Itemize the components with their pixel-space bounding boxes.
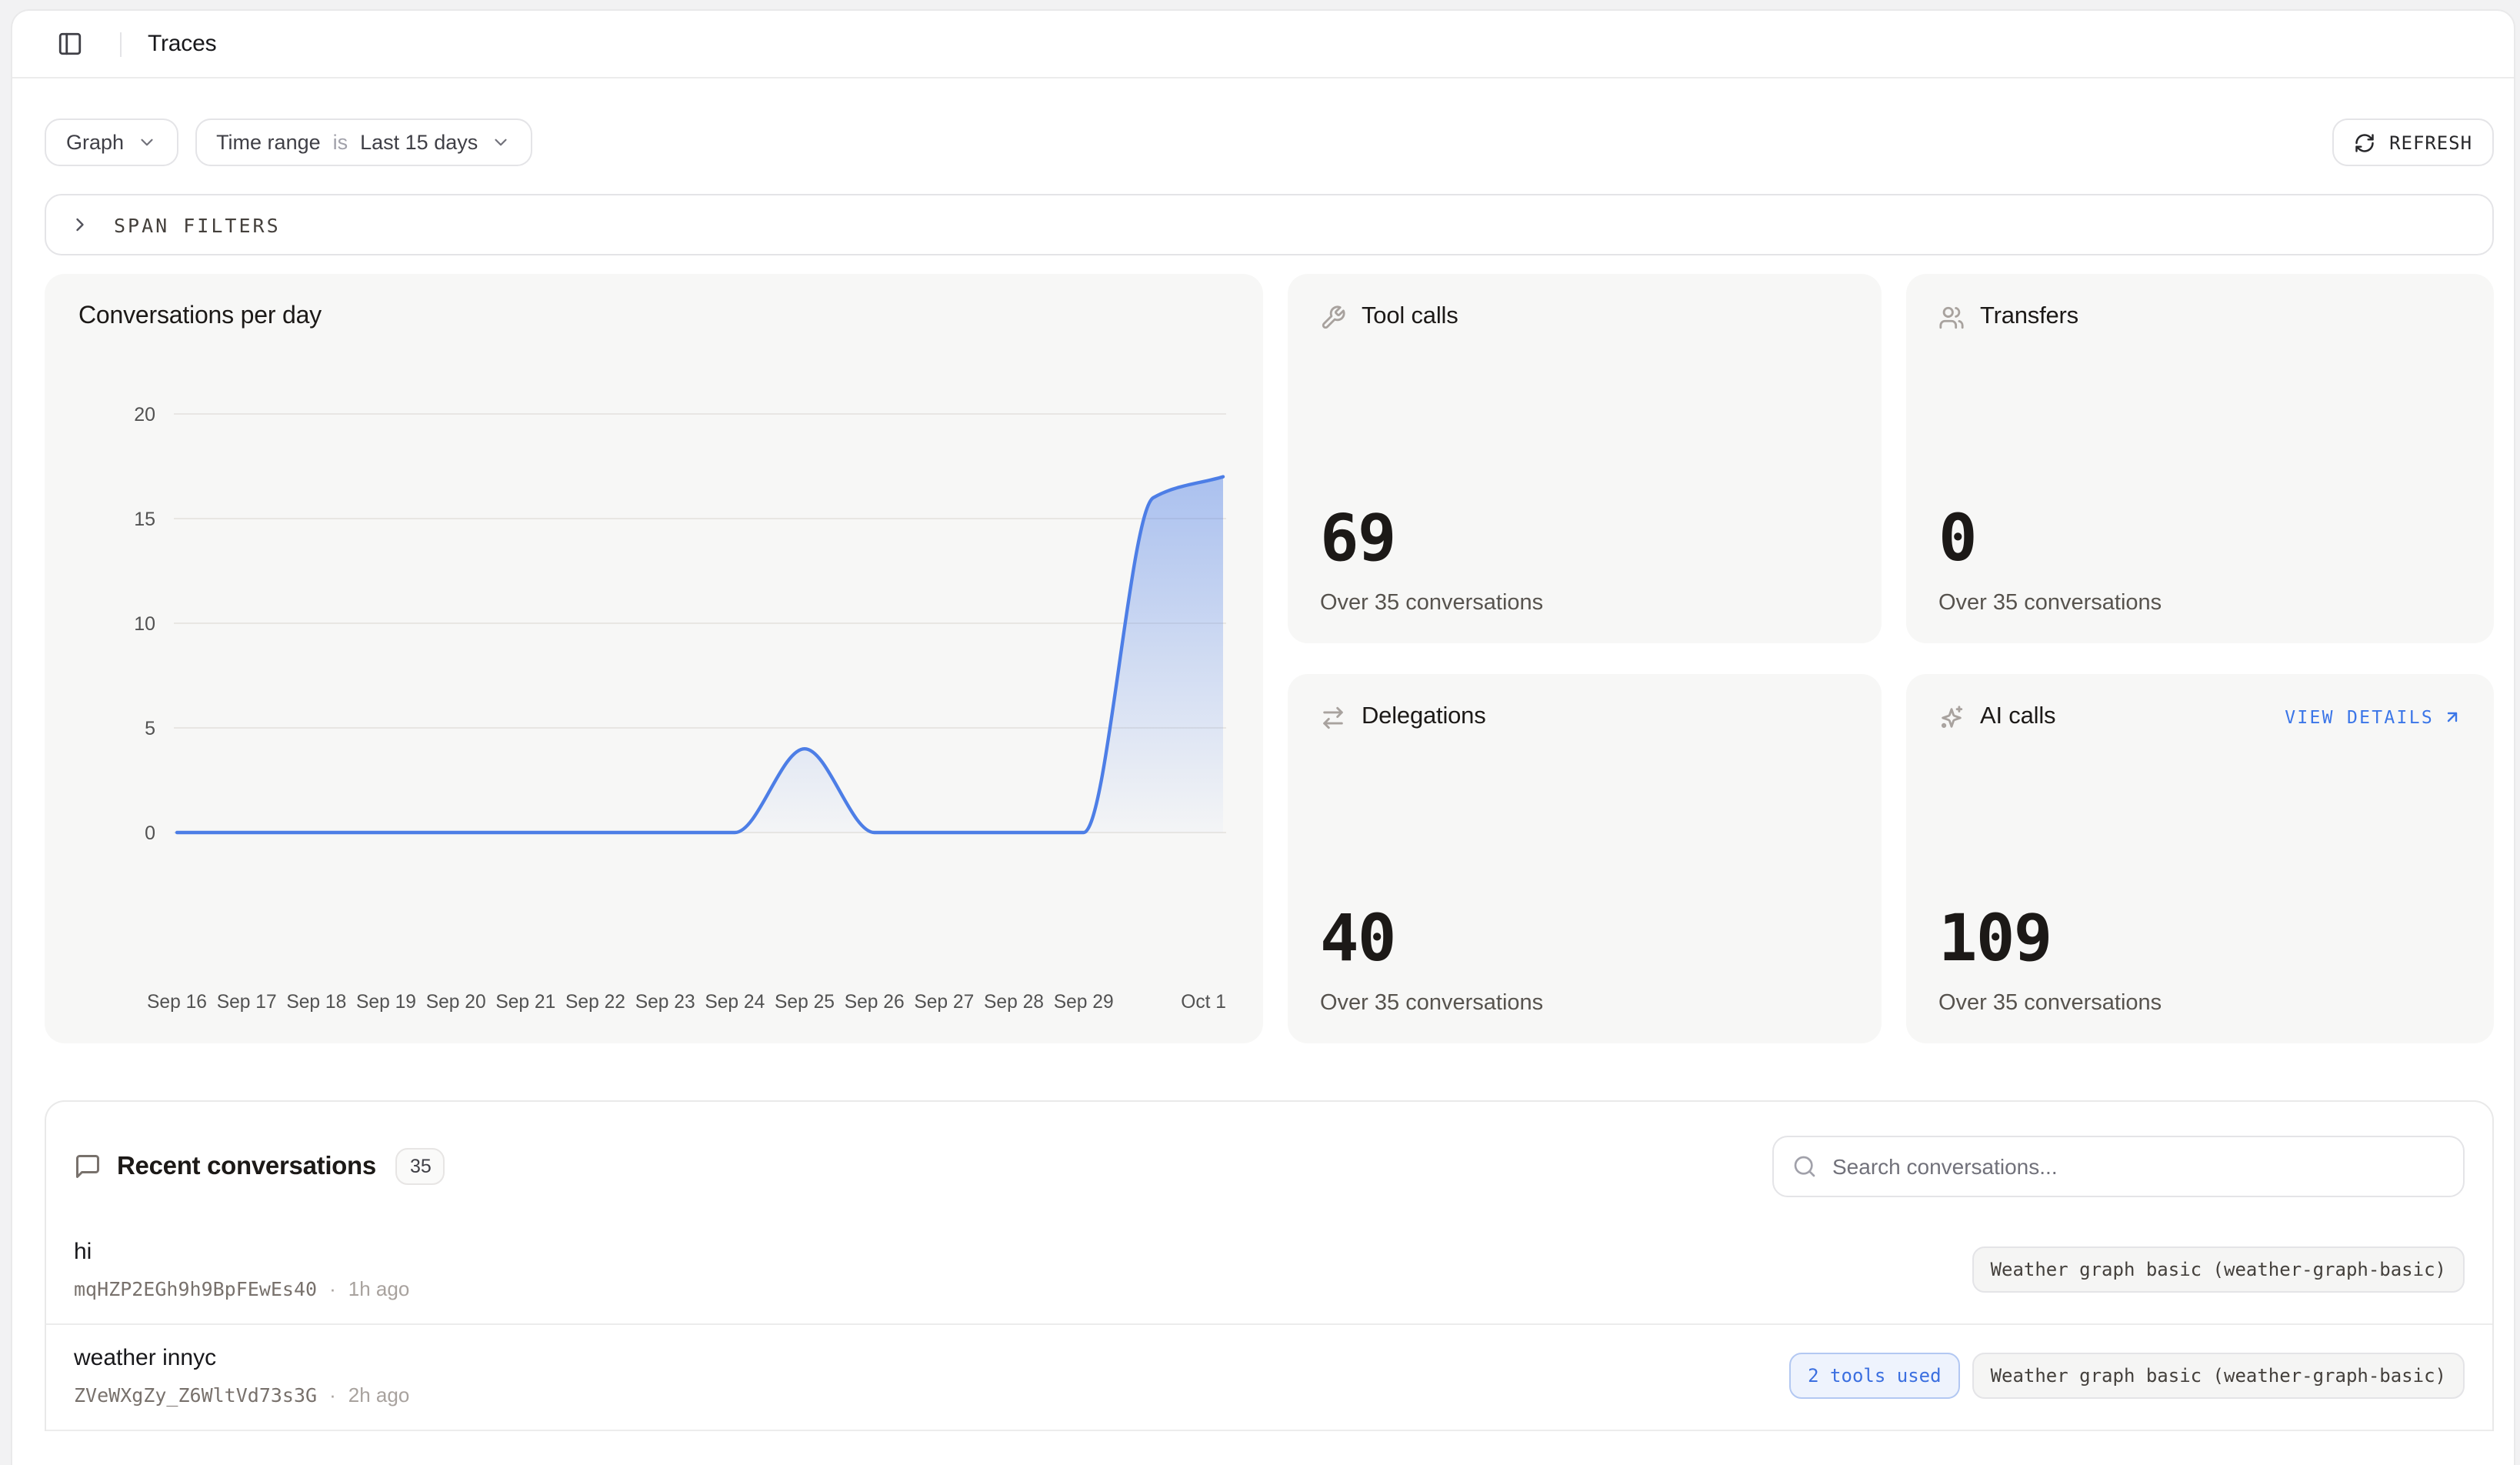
panel-left-icon xyxy=(56,31,82,57)
svg-text:Sep 25: Sep 25 xyxy=(775,992,835,1013)
svg-text:Sep 28: Sep 28 xyxy=(984,992,1044,1013)
conversations-per-day-card: Conversations per day 0 5 10 15 20 Sep 16 Sep … xyxy=(45,274,1263,1043)
main-panel: Traces Graph Time range is Last 15 days xyxy=(11,9,2515,1465)
svg-text:Sep 19: Sep 19 xyxy=(356,992,416,1013)
toolbar: Graph Time range is Last 15 days REFRESH xyxy=(45,118,2494,166)
top-bar: Traces xyxy=(12,11,2514,78)
view-details-label: VIEW DETAILS xyxy=(2285,706,2434,728)
svg-text:Sep 20: Sep 20 xyxy=(426,992,486,1013)
dashboard-grid: Conversations per day 0 5 10 15 20 Sep 16 Sep … xyxy=(45,274,2494,1043)
svg-text:20: 20 xyxy=(134,404,155,425)
page-title: Traces xyxy=(148,31,216,57)
conversation-title: weather innyc xyxy=(74,1345,409,1371)
svg-text:Sep 29: Sep 29 xyxy=(1054,992,1114,1013)
refresh-button[interactable]: REFRESH xyxy=(2332,118,2494,166)
agent-tag: Weather graph basic (weather-graph-basic… xyxy=(1972,1353,2465,1399)
chevron-down-icon xyxy=(490,132,510,152)
time-range-filter-dropdown[interactable]: Time range is Last 15 days xyxy=(195,118,532,166)
svg-text:0: 0 xyxy=(145,823,155,844)
svg-text:Sep 16: Sep 16 xyxy=(147,992,207,1013)
svg-text:Sep 26: Sep 26 xyxy=(845,992,905,1013)
conversations-count-badge: 35 xyxy=(396,1148,445,1185)
view-selector-dropdown[interactable]: Graph xyxy=(45,118,178,166)
stat-card-title: AI calls xyxy=(1980,703,2055,731)
wrench-icon xyxy=(1320,304,1346,330)
chevron-right-icon xyxy=(69,214,91,235)
transfers-card: Transfers 0 Over 35 conversations xyxy=(1906,274,2494,643)
recent-conversations-title: Recent conversations xyxy=(117,1152,376,1181)
conversation-title: hi xyxy=(74,1239,409,1265)
svg-text:5: 5 xyxy=(145,718,155,739)
svg-text:Sep 18: Sep 18 xyxy=(286,992,346,1013)
svg-text:Sep 23: Sep 23 xyxy=(635,992,695,1013)
delegations-card: Delegations 40 Over 35 conversations xyxy=(1288,674,1882,1043)
tools-used-badge: 2 tools used xyxy=(1789,1353,1959,1399)
stat-value: 40 xyxy=(1320,906,1849,971)
span-filters-label: SPAN FILTERS xyxy=(114,213,281,236)
page: Traces Graph Time range is Last 15 days xyxy=(0,0,2520,1465)
view-selector-label: Graph xyxy=(66,131,124,154)
search-box xyxy=(1772,1136,2465,1197)
svg-text:Sep 22: Sep 22 xyxy=(565,992,625,1013)
conversations-chart: 0 5 10 15 20 Sep 16 Sep 17 Sep 18 Sep 19 Sep 20 Se… xyxy=(45,274,1263,1043)
filter-field-label: Time range xyxy=(216,131,321,154)
meta-separator: · xyxy=(329,1277,336,1300)
refresh-button-label: REFRESH xyxy=(2389,132,2472,153)
conversation-tags: Weather graph basic (weather-graph-basic… xyxy=(1972,1246,2465,1293)
stat-value: 0 xyxy=(1938,506,2462,571)
svg-text:Sep 17: Sep 17 xyxy=(217,992,277,1013)
conversations-list: hi mqHZP2EGh9h9BpFEwEs40 · 1h ago Weathe… xyxy=(46,1219,2492,1431)
stat-caption: Over 35 conversations xyxy=(1938,991,2462,1016)
filter-value-label: Last 15 days xyxy=(360,131,478,154)
stat-card-title: Transfers xyxy=(1980,303,2078,331)
svg-text:10: 10 xyxy=(134,613,155,635)
span-filters-expander[interactable]: SPAN FILTERS xyxy=(45,194,2494,255)
stat-caption: Over 35 conversations xyxy=(1938,591,2462,616)
filter-operator-label: is xyxy=(333,131,348,154)
list-item[interactable]: hi mqHZP2EGh9h9BpFEwEs40 · 1h ago Weathe… xyxy=(46,1219,2492,1325)
conversation-time: 2h ago xyxy=(348,1383,410,1407)
users-icon xyxy=(1938,304,1965,330)
stat-card-title: Tool calls xyxy=(1362,303,1458,331)
header-divider xyxy=(120,32,122,56)
svg-text:15: 15 xyxy=(134,509,155,530)
refresh-icon xyxy=(2354,132,2375,153)
stat-caption: Over 35 conversations xyxy=(1320,991,1849,1016)
chart-title: Conversations per day xyxy=(78,303,322,331)
view-details-link[interactable]: VIEW DETAILS xyxy=(2285,706,2462,728)
stat-caption: Over 35 conversations xyxy=(1320,591,1849,616)
stat-value: 109 xyxy=(1938,906,2462,971)
ai-calls-card: AI calls VIEW DETAILS 109 Over 35 conver… xyxy=(1906,674,2494,1043)
tool-calls-card: Tool calls 69 Over 35 conversations xyxy=(1288,274,1882,643)
svg-text:Sep 21: Sep 21 xyxy=(495,992,555,1013)
message-square-icon xyxy=(74,1153,102,1180)
meta-separator: · xyxy=(329,1383,336,1407)
svg-text:Oct 1: Oct 1 xyxy=(1181,992,1226,1013)
stat-value: 69 xyxy=(1320,506,1849,571)
arrow-up-right-icon xyxy=(2443,708,2462,726)
search-input[interactable] xyxy=(1832,1154,2445,1179)
sidebar-toggle-button[interactable] xyxy=(48,22,91,65)
svg-text:Sep 27: Sep 27 xyxy=(914,992,974,1013)
search-icon xyxy=(1792,1154,1817,1179)
conversation-id: ZVeWXgZy_Z6WltVd73s3G xyxy=(74,1383,317,1407)
recent-conversations-header: Recent conversations 35 xyxy=(46,1102,2492,1219)
arrow-right-left-icon xyxy=(1320,704,1346,730)
sparkles-icon xyxy=(1938,704,1965,730)
recent-conversations-card: Recent conversations 35 hi mqHZP2EGh9h9B… xyxy=(45,1100,2494,1431)
svg-text:Sep 24: Sep 24 xyxy=(705,992,765,1013)
chevron-down-icon xyxy=(136,132,156,152)
conversation-time: 1h ago xyxy=(348,1277,410,1300)
agent-tag: Weather graph basic (weather-graph-basic… xyxy=(1972,1246,2465,1293)
stat-card-title: Delegations xyxy=(1362,703,1486,731)
list-item[interactable]: weather innyc ZVeWXgZy_Z6WltVd73s3G · 2h… xyxy=(46,1325,2492,1431)
conversation-id: mqHZP2EGh9h9BpFEwEs40 xyxy=(74,1277,317,1300)
conversation-tags: 2 tools used Weather graph basic (weather… xyxy=(1789,1353,2465,1399)
